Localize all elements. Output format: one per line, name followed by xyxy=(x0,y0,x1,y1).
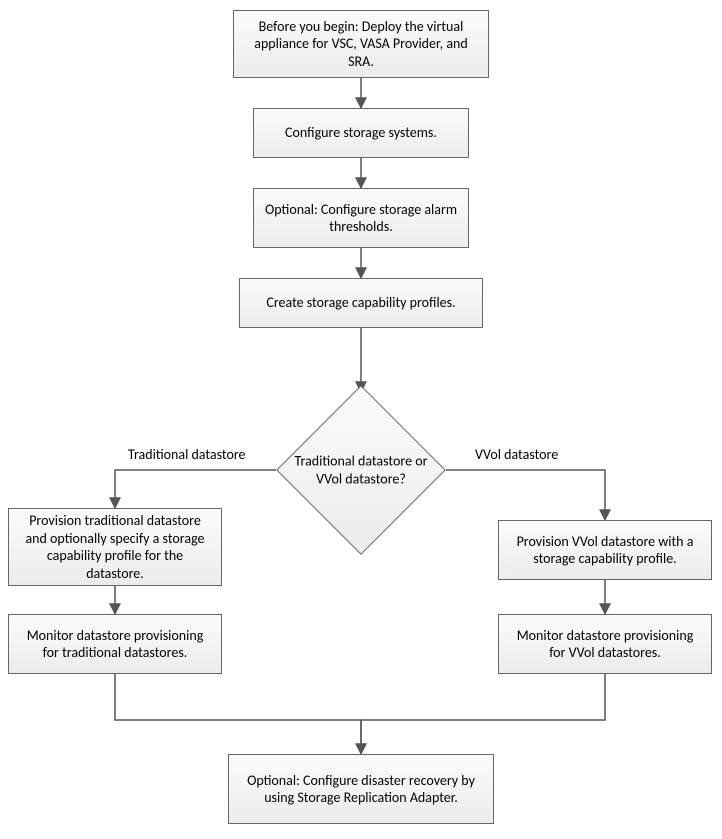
edge-label-traditional: Traditional datastore xyxy=(128,446,246,463)
edge-label-vvol: VVol datastore xyxy=(475,446,558,463)
node-provision-vvol: Provision VVol datastore with a storage … xyxy=(498,520,712,580)
decision-text: Traditional datastore or VVol datastore? xyxy=(281,453,441,488)
node-configure-storage: Configure storage systems. xyxy=(253,108,469,158)
flowchart-canvas: Before you begin: Deploy the virtual app… xyxy=(0,0,722,839)
decision-datastore-type: Traditional datastore or VVol datastore? xyxy=(301,410,421,530)
node-configure-disaster-recovery: Optional: Configure disaster recovery by… xyxy=(228,754,494,824)
node-configure-alarm-thresholds: Optional: Configure storage alarm thresh… xyxy=(253,188,469,248)
node-monitor-traditional: Monitor datastore provisioning for tradi… xyxy=(8,614,222,674)
node-monitor-vvol: Monitor datastore provisioning for VVol … xyxy=(498,614,712,674)
node-deploy-appliance: Before you begin: Deploy the virtual app… xyxy=(233,10,489,78)
node-create-capability-profiles: Create storage capability profiles. xyxy=(239,278,483,328)
node-provision-traditional: Provision traditional datastore and opti… xyxy=(8,508,222,586)
